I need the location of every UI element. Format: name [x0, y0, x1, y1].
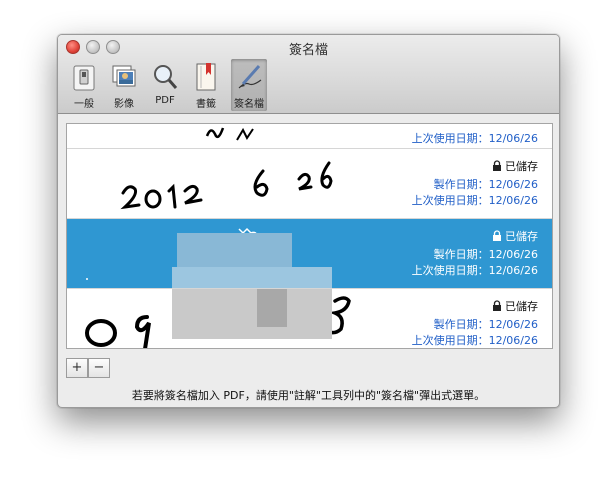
signature-image — [120, 161, 333, 210]
created-date: 製作日期：12/06/26 — [433, 248, 538, 261]
redacted-area — [172, 267, 332, 289]
add-signature-button[interactable]: + — [66, 358, 88, 378]
remove-signature-button[interactable]: − — [88, 358, 110, 378]
window-title: 簽名檔 — [288, 43, 328, 58]
tab-bookmarks-label: 書籤 — [196, 99, 216, 110]
lock-icon — [493, 300, 501, 311]
bookmark-icon — [196, 63, 216, 91]
created-date: 製作日期：12/06/26 — [433, 318, 538, 331]
redacted-area — [172, 289, 332, 339]
magnifier-icon — [154, 65, 178, 89]
tab-signatures[interactable]: 簽名檔 — [231, 59, 267, 111]
tab-signatures-label: 簽名檔 — [234, 99, 264, 110]
last-used-date: 上次使用日期：12/06/26 — [411, 334, 538, 347]
lock-icon — [493, 230, 501, 241]
photos-icon — [112, 65, 136, 87]
preferences-window: 簽名檔 一般 影像 PDF 書籤 簽名檔 上次使用日期：12/06/26 已儲存… — [57, 34, 560, 408]
signature-row[interactable]: 已儲存 製作日期：12/06/26 上次使用日期：12/06/26 — [67, 148, 552, 219]
help-text: 若要將簽名檔加入 PDF，請使用"註解"工具列中的"簽名檔"彈出式選單。 — [131, 389, 486, 402]
saved-status-label: 已儲存 — [505, 230, 538, 243]
last-used-date: 上次使用日期：12/06/26 — [411, 264, 538, 277]
signature-row[interactable]: 已儲存 製作日期：12/06/26 上次使用日期：12/06/26 — [67, 288, 552, 348]
tab-general-label: 一般 — [74, 99, 94, 110]
signature-image — [205, 127, 254, 141]
signature-row-selected[interactable]: 已儲存 製作日期：12/06/26 上次使用日期：12/06/26 — [67, 218, 552, 289]
switch-icon — [73, 65, 95, 91]
saved-status-label: 已儲存 — [505, 300, 538, 313]
saved-status-label: 已儲存 — [505, 160, 538, 173]
tab-pdf[interactable]: PDF — [147, 59, 183, 111]
last-used-date: 上次使用日期：12/06/26 — [411, 194, 538, 207]
tab-images[interactable]: 影像 — [106, 59, 142, 111]
signature-list[interactable]: 上次使用日期：12/06/26 已儲存 製作日期：12/06/26 上次使用日期… — [66, 123, 553, 349]
created-date: 製作日期：12/06/26 — [433, 178, 538, 191]
toolbar: 簽名檔 一般 影像 PDF 書籤 簽名檔 — [58, 35, 559, 114]
redacted-area — [257, 289, 287, 327]
tab-bookmarks[interactable]: 書籤 — [188, 59, 224, 111]
signature-row[interactable]: 上次使用日期：12/06/26 — [67, 124, 552, 148]
lock-icon — [493, 160, 501, 171]
redacted-area — [177, 233, 292, 269]
tab-general[interactable]: 一般 — [66, 59, 102, 111]
last-used-date: 上次使用日期：12/06/26 — [411, 132, 538, 145]
pen-icon — [238, 65, 262, 89]
saved-status: 已儲存 — [492, 298, 538, 314]
saved-status: 已儲存 — [492, 158, 538, 174]
saved-status: 已儲存 — [492, 228, 538, 244]
tab-pdf-label: PDF — [155, 95, 175, 106]
tab-images-label: 影像 — [114, 99, 134, 110]
